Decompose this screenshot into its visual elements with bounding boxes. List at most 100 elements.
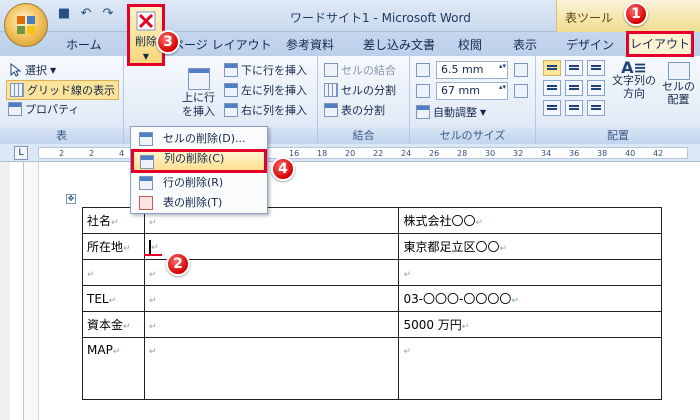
group-alignment-label: 配置 [536, 128, 700, 144]
menu-delete-cells[interactable]: セルの削除(D)... [133, 129, 265, 149]
table-cell[interactable]: 株式会社〇〇↵ [398, 207, 662, 234]
table-tools-label: 表ツール [565, 11, 614, 25]
insert-right-button[interactable]: 右に列を挿入 [224, 102, 307, 118]
menu-delete-table[interactable]: 表の削除(T) [133, 193, 265, 213]
ribbon-tabs: ホーム 挿入 ページ レイアウト 参考資料 差し込み文書 校閲 表示 デザイン [0, 32, 700, 88]
split-cells-label: セルの分割 [341, 84, 396, 97]
split-cells-icon [324, 83, 338, 97]
align-top-center-button[interactable] [565, 60, 583, 76]
ruler-number: 24 [401, 149, 412, 158]
insert-below-button[interactable]: 下に行を挿入 [224, 62, 307, 78]
callout-badge-1: 1 [624, 2, 648, 26]
table-cell[interactable]: ↵ [82, 259, 145, 286]
table-cell[interactable]: 東京都足立区〇〇↵ [398, 233, 662, 260]
menu-delete-rows[interactable]: 行の削除(R) [133, 173, 265, 193]
distribute-rows-icon[interactable] [514, 63, 528, 77]
text-direction-button[interactable]: A≡ 文字列の 方向 [612, 58, 656, 100]
align-bottom-right-button[interactable] [587, 100, 605, 116]
align-center-button[interactable] [565, 80, 583, 96]
align-bottom-left-button[interactable] [543, 100, 561, 116]
tab-layout[interactable]: レイアウト [626, 31, 694, 57]
tab-review[interactable]: 校閲 [458, 36, 482, 53]
properties-button[interactable]: プロパティ [8, 101, 79, 117]
align-center-left-button[interactable] [543, 80, 561, 96]
insert-above-label-1: 上に行 [182, 91, 215, 104]
cell-text: 5000 万円 [403, 318, 462, 332]
group-merge-label: 結合 [318, 128, 409, 144]
paragraph-mark: ↵ [475, 218, 483, 228]
ruler-number: 22 [373, 149, 384, 158]
tab-selector[interactable]: L [14, 146, 28, 160]
chevron-down-icon: ▼ [142, 52, 150, 61]
insert-left-button[interactable]: 左に列を挿入 [224, 82, 307, 98]
table-cell[interactable]: ↵ [398, 259, 662, 286]
redo-icon[interactable]: ↷ [100, 6, 116, 22]
split-table-button[interactable]: 表の分割 [324, 102, 385, 118]
ruler-number: 20 [345, 149, 356, 158]
undo-icon[interactable]: ↶ [78, 6, 94, 22]
insert-right-label: 右に列を挿入 [241, 104, 307, 117]
row-height-input[interactable]: 6.5 mm [436, 61, 508, 79]
tab-mailings[interactable]: 差し込み文書 [363, 36, 435, 53]
group-cell-size-label: セルのサイズ [410, 128, 535, 144]
table-cell[interactable]: 5000 万円↵ [398, 311, 662, 338]
autofit-button[interactable]: 自動調整 ▼ [416, 104, 486, 120]
table-cell[interactable]: ↵ [143, 337, 400, 400]
save-icon[interactable]: ■ [56, 6, 72, 22]
table-move-icon[interactable]: ✥ [66, 194, 76, 204]
align-top-right-button[interactable] [587, 60, 605, 76]
chevron-down-icon: ▼ [50, 65, 57, 75]
view-gridlines-button[interactable]: グリッド線の表示 [6, 80, 119, 100]
align-bottom-center-button[interactable] [565, 100, 583, 116]
table-cell[interactable]: MAP↵ [82, 337, 145, 400]
paragraph-mark: ↵ [148, 217, 157, 228]
tab-references[interactable]: 参考資料 [286, 36, 334, 53]
split-cells-button[interactable]: セルの分割 [324, 82, 396, 98]
tab-home[interactable]: ホーム [66, 36, 102, 53]
paragraph-mark: ↵ [499, 244, 507, 254]
insert-below-icon [224, 63, 238, 77]
group-table: 選択 ▼ グリッド線の表示 プロパティ 表 [0, 56, 124, 144]
paragraph-mark: ↵ [111, 218, 119, 228]
cell-margins-label-1: セルの [662, 80, 695, 93]
tab-view[interactable]: 表示 [513, 36, 537, 53]
delete-dropdown-menu: セルの削除(D)... 列の削除(C) 行の削除(R) 表の削除(T) [130, 126, 268, 214]
text-direction-icon: A≡ [621, 58, 647, 77]
table-cell[interactable]: ↵ [143, 285, 400, 312]
menu-delete-columns[interactable]: 列の削除(C) [131, 149, 267, 173]
tab-page-layout[interactable]: ページ レイアウト [172, 36, 272, 53]
insert-above-button[interactable]: 上に行 を挿入 [182, 68, 215, 118]
column-width-input[interactable]: 67 mm [436, 82, 508, 100]
table-cell[interactable]: 資本金↵ [82, 311, 145, 338]
merge-icon [324, 63, 338, 77]
distribute-columns-icon[interactable] [514, 84, 528, 98]
ruler-number: 18 [317, 149, 328, 158]
table-row: 資本金↵ ↵ 5000 万円↵ [82, 311, 662, 338]
vertical-ruler[interactable] [10, 162, 24, 420]
document-table[interactable]: 社名↵ ↵ 株式会社〇〇↵ 所在地↵ ↵ 東京都足立区〇〇↵ ↵ ↵ ↵ TEL… [82, 207, 662, 400]
ruler-number: 32 [513, 149, 524, 158]
delete-x-icon [136, 11, 156, 31]
table-cell[interactable]: 所在地↵ [82, 233, 145, 260]
table-cell[interactable]: ↵ [143, 311, 400, 338]
ruler-number: 4 [119, 149, 125, 158]
tab-design[interactable]: デザイン [566, 36, 614, 53]
merge-cells-button[interactable]: セルの結合 [324, 62, 396, 78]
group-table-label: 表 [0, 128, 123, 144]
menu-item-label: セルの削除(D)... [163, 132, 246, 145]
table-cell[interactable]: TEL↵ [82, 285, 145, 312]
chevron-down-icon: ▼ [480, 107, 487, 117]
table-row: TEL↵ ↵ 03-〇〇〇-〇〇〇〇↵ [82, 285, 662, 312]
office-button[interactable] [4, 3, 48, 47]
cell-margins-icon [667, 62, 690, 80]
office-button-icon [17, 16, 35, 34]
select-button[interactable]: 選択 ▼ [8, 62, 56, 78]
cell-text: 東京都足立区〇〇 [403, 240, 500, 254]
table-cell[interactable]: ↵ [398, 337, 662, 400]
cell-margins-button[interactable]: セルの 配置 [662, 62, 695, 106]
ruler-number: 30 [485, 149, 496, 158]
table-cell[interactable]: 03-〇〇〇-〇〇〇〇↵ [398, 285, 662, 312]
align-center-right-button[interactable] [587, 80, 605, 96]
align-top-left-button[interactable] [543, 60, 561, 76]
paragraph-mark: ↵ [148, 269, 157, 280]
